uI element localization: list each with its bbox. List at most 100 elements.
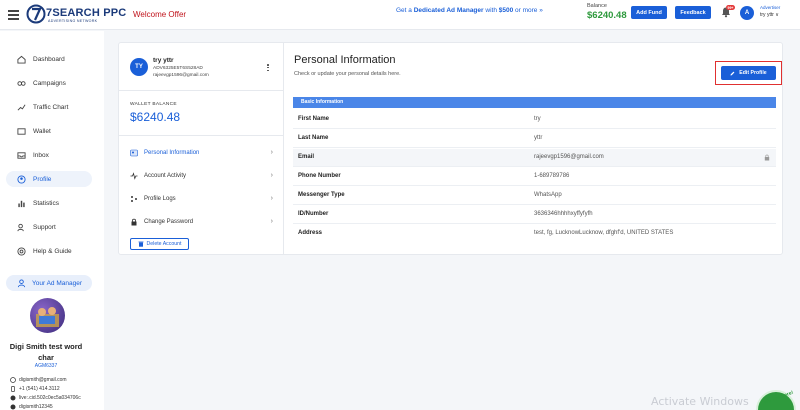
manager-email-text: digismith@gmail.com xyxy=(19,377,67,383)
more-options-icon[interactable] xyxy=(266,64,270,74)
notification-badge: 99+ xyxy=(726,5,735,10)
menu-account-activity[interactable]: Account Activity › xyxy=(119,169,284,183)
sidebar-item-campaigns[interactable]: Campaigns xyxy=(6,75,92,91)
menu-profile-logs[interactable]: Profile Logs › xyxy=(119,192,284,206)
balance-value: $6240.48 xyxy=(587,10,627,21)
promo-banner[interactable]: Get a Dedicated Ad Manager with $500 or … xyxy=(396,7,543,14)
manager-skype[interactable]: digismith12345 xyxy=(10,404,53,410)
delete-account-label: Delete Account xyxy=(146,241,182,247)
sidebar-item-label: Wallet xyxy=(33,127,51,135)
sidebar-item-statistics[interactable]: Statistics xyxy=(6,195,92,211)
feedback-button[interactable]: Feedback xyxy=(675,6,711,19)
menu-label: Personal Information xyxy=(144,150,200,156)
promo-mid: with xyxy=(483,7,499,14)
row-label: First Name xyxy=(298,116,330,122)
divider xyxy=(119,135,284,136)
sidebar-item-traffic-chart[interactable]: Traffic Chart xyxy=(6,99,92,115)
profile-name: try yttr xyxy=(153,57,174,64)
edit-profile-label: Edit Profile xyxy=(739,70,767,76)
chevron-right-icon: › xyxy=(270,195,273,202)
id-card-icon xyxy=(130,149,138,157)
ad-manager-label: Your Ad Manager xyxy=(32,279,82,287)
sidebar-item-profile[interactable]: Profile xyxy=(6,171,92,187)
top-header: 7SEARCH PPC ADVERTISING NETWORK Welcome … xyxy=(0,0,800,30)
manager-live-id[interactable]: live:.cid.502c0ec5a034706c xyxy=(10,395,81,401)
sidebar-item-label: Support xyxy=(33,223,56,231)
sidebar-item-help-guide[interactable]: Help & Guide xyxy=(6,243,92,259)
menu-change-password[interactable]: Change Password › xyxy=(119,215,284,229)
lock-icon xyxy=(764,154,770,161)
profile-icon xyxy=(17,174,26,184)
manager-live-text: live:.cid.502c0ec5a034706c xyxy=(19,395,81,401)
profile-card: TY try yttr ADV6325E5T6S528AD rajeevgp15… xyxy=(118,42,783,255)
table-row: Phone Number 1-689789786 xyxy=(293,168,776,186)
sidebar-item-label: Profile xyxy=(33,175,52,183)
menu-label: Change Password xyxy=(144,219,194,225)
table-row: Messenger Type WhatsApp xyxy=(293,187,776,205)
promo-amount: $500 xyxy=(498,7,514,14)
welcome-offer-link[interactable]: Welcome Offer xyxy=(133,10,186,19)
manager-avatar xyxy=(30,298,65,333)
logo-text: 7SEARCH PPC xyxy=(46,7,127,19)
manager-name: Digi Smith test word char xyxy=(9,342,83,362)
divider xyxy=(119,90,284,91)
sidebar-item-support[interactable]: Support xyxy=(6,219,92,235)
sidebar-item-label: Statistics xyxy=(33,199,60,207)
menu-icon[interactable] xyxy=(8,10,19,20)
row-label: Messenger Type xyxy=(298,192,345,198)
row-label: Email xyxy=(298,154,315,160)
sidebar-item-label: Dashboard xyxy=(33,55,65,63)
balance-label: Balance xyxy=(587,3,607,9)
sidebar: Dashboard Campaigns Traffic Chart Wallet… xyxy=(0,31,104,410)
add-fund-button[interactable]: Add Fund xyxy=(631,6,667,19)
row-value: 3636346hhhhxyffyfyfh xyxy=(534,211,593,217)
manager-phone[interactable]: +1 (541) 414.3112 xyxy=(10,386,60,392)
row-label: ID/Number xyxy=(298,211,329,217)
row-value: try xyxy=(534,116,541,122)
sidebar-item-wallet[interactable]: Wallet xyxy=(6,123,92,139)
help-icon xyxy=(17,246,26,256)
row-label: Phone Number xyxy=(298,173,341,179)
user-avatar[interactable]: A xyxy=(740,6,754,20)
activity-icon xyxy=(130,172,138,180)
sidebar-item-label: Help & Guide xyxy=(33,247,72,255)
chevron-right-icon: › xyxy=(270,149,273,156)
delete-account-button[interactable]: Delete Account xyxy=(130,238,189,250)
edit-profile-button[interactable]: Edit Profile xyxy=(721,66,776,80)
profile-left-column: TY try yttr ADV6325E5T6S528AD rajeevgp15… xyxy=(119,43,284,254)
manager-photo-icon xyxy=(36,307,59,327)
logo[interactable]: 7SEARCH PPC ADVERTISING NETWORK xyxy=(26,3,126,27)
balance-display: Balance $6240.48 xyxy=(587,3,627,21)
manager-skype-text: digismith12345 xyxy=(19,404,53,410)
manager-email[interactable]: digismith@gmail.com xyxy=(10,377,67,383)
table-row: Email rajeevgp1596@gmail.com xyxy=(293,149,776,167)
chevron-right-icon: › xyxy=(270,172,273,179)
your-ad-manager-pill[interactable]: Your Ad Manager xyxy=(6,275,92,291)
lock-icon xyxy=(131,218,137,226)
support-icon xyxy=(17,223,24,231)
trash-icon xyxy=(138,241,144,247)
user-menu[interactable]: Advertiser try yttr ∨ xyxy=(760,5,780,18)
manager-icon xyxy=(17,278,26,287)
sidebar-item-dashboard[interactable]: Dashboard xyxy=(6,51,92,67)
manager-id: AGM6337 xyxy=(34,363,58,369)
logo-icon xyxy=(26,4,46,24)
profile-avatar: TY xyxy=(130,58,148,76)
row-value: yttr xyxy=(534,135,543,141)
menu-personal-information[interactable]: Personal Information › xyxy=(119,146,284,160)
sidebar-item-label: Inbox xyxy=(33,151,49,159)
statistics-icon xyxy=(18,200,25,207)
pencil-icon xyxy=(730,71,735,75)
sidebar-item-inbox[interactable]: Inbox xyxy=(6,147,92,163)
skype-icon xyxy=(10,395,16,401)
campaign-icon xyxy=(17,80,26,86)
skype-icon xyxy=(10,404,16,410)
row-value: rajeevgp1596@gmail.com xyxy=(534,154,604,160)
page-title: Personal Information xyxy=(294,54,396,66)
wallet-balance-label: WALLET BALANCE xyxy=(130,102,177,107)
menu-label: Profile Logs xyxy=(144,196,176,202)
sidebar-item-label: Campaigns xyxy=(33,79,66,87)
phone-icon xyxy=(11,386,15,392)
table-row: Address test, fg, LucknowLucknow, dfghf'… xyxy=(293,225,776,243)
promo-post: or more » xyxy=(513,7,543,14)
